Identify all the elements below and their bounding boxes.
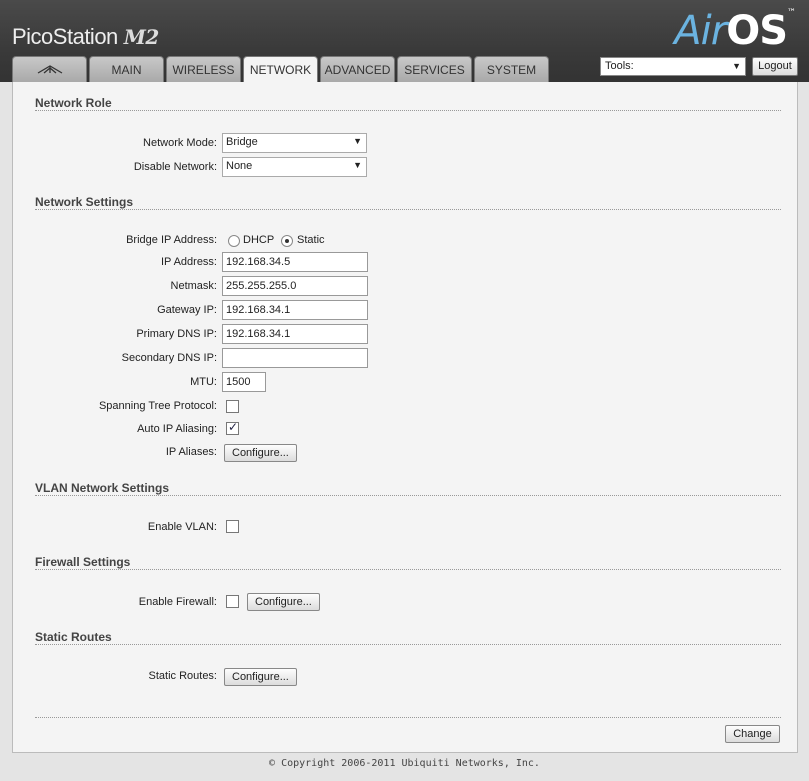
stp-label: Spanning Tree Protocol: — [98, 400, 217, 412]
tab-network[interactable]: NETWORK — [243, 56, 318, 83]
mtu-input[interactable]: 1500 — [222, 372, 266, 392]
auto-ip-aliasing-label: Auto IP Aliasing: — [137, 423, 217, 435]
ip-address-input[interactable]: 192.168.34.5 — [222, 252, 368, 272]
firewall-configure-button[interactable]: Configure... — [247, 593, 320, 611]
gateway-input[interactable]: 192.168.34.1 — [222, 300, 368, 320]
tab-system[interactable]: SYSTEM — [474, 56, 549, 82]
disable-network-select[interactable]: None ▼ — [222, 157, 367, 177]
network-mode-value: Bridge — [226, 136, 258, 148]
logo-os: OS — [726, 8, 788, 54]
secondary-dns-label: Secondary DNS IP: — [121, 352, 217, 364]
auto-ip-aliasing-checkbox[interactable] — [226, 420, 239, 435]
section-divider — [35, 569, 781, 570]
static-radio[interactable] — [281, 235, 293, 247]
section-divider — [35, 717, 781, 718]
section-divider — [35, 110, 781, 111]
section-network-settings-title: Network Settings — [35, 195, 134, 209]
enable-firewall-label: Enable Firewall: — [138, 596, 217, 608]
netmask-input[interactable]: 255.255.255.0 — [222, 276, 368, 296]
disable-network-label: Disable Network: — [133, 161, 217, 173]
tab-wireless[interactable]: WIRELESS — [166, 56, 241, 82]
section-firewall-title: Firewall Settings — [35, 555, 131, 569]
primary-dns-input[interactable]: 192.168.34.1 — [222, 324, 368, 344]
logo-air: Air — [674, 8, 727, 54]
tab-services[interactable]: SERVICES — [397, 56, 472, 82]
ubiquiti-logo-icon — [37, 61, 63, 78]
tools-dropdown[interactable]: Tools: ▼ — [600, 57, 746, 76]
section-divider — [35, 644, 781, 645]
ip-aliases-label: IP Aliases: — [165, 446, 217, 458]
static-label: Static — [297, 234, 325, 246]
bridge-ip-label: Bridge IP Address: — [126, 234, 217, 246]
dhcp-radio[interactable] — [228, 235, 240, 247]
gateway-label: Gateway IP: — [157, 304, 217, 316]
section-static-routes-title: Static Routes — [35, 630, 112, 644]
header-bar: PicoStation M2 AirOS™ MAIN WIRELESS NETWO… — [0, 0, 809, 83]
chevron-down-icon: ▼ — [353, 160, 362, 170]
tab-main[interactable]: MAIN — [89, 56, 164, 82]
section-vlan-title: VLAN Network Settings — [35, 481, 170, 495]
tab-advanced[interactable]: ADVANCED — [320, 56, 395, 82]
enable-vlan-checkbox[interactable] — [226, 520, 239, 533]
secondary-dns-input[interactable] — [222, 348, 368, 368]
section-divider — [35, 209, 781, 210]
brand-name: PicoStation — [12, 24, 118, 49]
stp-checkbox[interactable] — [226, 400, 239, 413]
network-mode-select[interactable]: Bridge ▼ — [222, 133, 367, 153]
copyright-footer: © Copyright 2006-2011 Ubiquiti Networks,… — [269, 758, 540, 769]
netmask-label: Netmask: — [170, 280, 217, 292]
primary-dns-label: Primary DNS IP: — [136, 328, 217, 340]
section-divider — [35, 495, 781, 496]
airos-logo: AirOS™ — [674, 8, 796, 54]
enable-vlan-label: Enable VLAN: — [147, 521, 217, 533]
mtu-label: MTU: — [190, 376, 217, 388]
network-mode-label: Network Mode: — [143, 137, 217, 149]
enable-firewall-checkbox[interactable] — [226, 595, 239, 608]
product-name: PicoStation M2 — [12, 24, 159, 50]
section-network-role-title: Network Role — [35, 96, 112, 110]
tools-label: Tools: — [605, 60, 634, 72]
static-routes-label: Static Routes: — [148, 670, 217, 682]
logout-button[interactable]: Logout — [752, 57, 798, 76]
disable-network-value: None — [226, 160, 253, 172]
ip-address-label: IP Address: — [160, 256, 217, 268]
chevron-down-icon: ▼ — [732, 61, 741, 71]
dhcp-label: DHCP — [243, 234, 275, 246]
ip-aliases-configure-button[interactable]: Configure... — [224, 444, 297, 462]
network-settings-panel: Network Role Network Mode: Bridge ▼ Disa… — [12, 82, 798, 753]
tab-home-logo[interactable] — [12, 56, 87, 82]
change-button[interactable]: Change — [725, 725, 780, 743]
brand-model: M2 — [123, 25, 160, 49]
logo-tm: ™ — [787, 8, 796, 18]
static-routes-configure-button[interactable]: Configure... — [224, 668, 297, 686]
chevron-down-icon: ▼ — [353, 136, 362, 146]
